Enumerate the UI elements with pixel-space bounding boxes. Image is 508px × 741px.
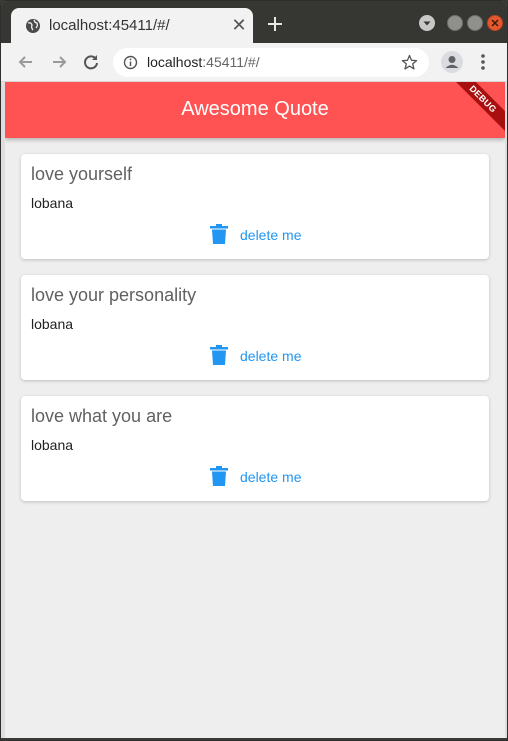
- quote-text: love yourself: [31, 164, 133, 184]
- browser-tab[interactable]: localhost:45411/#/ ✕: [11, 8, 253, 43]
- profile-button[interactable]: [441, 51, 463, 73]
- minimize-button[interactable]: [447, 15, 463, 31]
- chevron-down-icon: [423, 21, 431, 26]
- star-icon[interactable]: [401, 54, 418, 71]
- delete-button[interactable]: delete me: [210, 224, 310, 246]
- browser-window: localhost:45411/#/ ✕ localhost:45411/#/ …: [0, 0, 508, 741]
- delete-label: delete me: [240, 469, 302, 485]
- delete-button[interactable]: delete me: [210, 345, 310, 367]
- url-text[interactable]: localhost:45411/#/: [147, 54, 260, 70]
- url-host: localhost: [147, 54, 203, 70]
- trash-icon: [210, 345, 228, 365]
- arrow-left-icon[interactable]: [15, 51, 37, 73]
- delete-label: delete me: [240, 227, 302, 243]
- quote-card: love yourself lobana delete me: [21, 154, 489, 259]
- quote-author: lobana: [31, 195, 74, 211]
- delete-button[interactable]: delete me: [210, 466, 310, 488]
- browser-toolbar: localhost:45411/#/: [1, 43, 507, 82]
- quote-author: lobana: [31, 316, 74, 332]
- address-bar[interactable]: localhost:45411/#/: [113, 48, 429, 77]
- quote-text: love what you are: [31, 406, 173, 426]
- quote-author: lobana: [31, 437, 74, 453]
- delete-label: delete me: [240, 348, 302, 364]
- reload-icon[interactable]: [80, 51, 102, 73]
- maximize-button[interactable]: [467, 15, 483, 31]
- quote-text: love your personality: [31, 285, 197, 305]
- info-icon[interactable]: [123, 55, 138, 70]
- page-viewport: Awesome Quote DEBUG love yourself lobana…: [5, 82, 505, 738]
- app-bar: Awesome Quote: [5, 82, 505, 138]
- globe-icon: [26, 19, 40, 33]
- close-icon: [491, 19, 499, 27]
- tab-strip: localhost:45411/#/ ✕: [1, 1, 507, 43]
- close-window-button[interactable]: [487, 15, 503, 31]
- profile-icon: [445, 56, 459, 68]
- tab-title: localhost:45411/#/: [49, 17, 170, 34]
- arrow-right-icon[interactable]: [48, 51, 70, 73]
- trash-icon: [210, 466, 228, 486]
- quote-card: love what you are lobana delete me: [21, 396, 489, 501]
- plus-icon[interactable]: [264, 13, 286, 35]
- kebab-menu-icon[interactable]: [475, 51, 491, 73]
- page-title: Awesome Quote: [181, 98, 329, 120]
- window-menu-button[interactable]: [419, 15, 435, 31]
- url-path: :45411/#/: [202, 54, 260, 70]
- quote-card: love your personality lobana delete me: [21, 275, 489, 380]
- tab-close-button[interactable]: ✕: [229, 15, 249, 35]
- trash-icon: [210, 224, 228, 244]
